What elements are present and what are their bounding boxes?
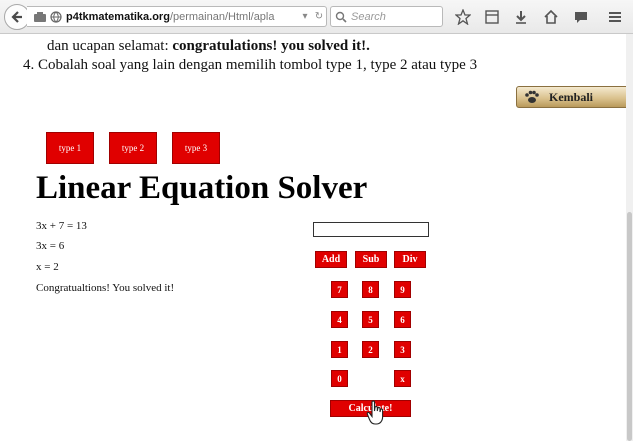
reading-list-icon[interactable] [482, 7, 502, 27]
key-6[interactable]: 6 [394, 311, 411, 328]
work-line-2: 3x = 6 [36, 240, 65, 252]
key-4[interactable]: 4 [331, 311, 348, 328]
add-button[interactable]: Add [315, 251, 347, 268]
back-arrow-icon [11, 11, 22, 23]
type-2-button[interactable]: type 2 [109, 132, 157, 164]
key-0[interactable]: 0 [331, 370, 348, 387]
search-bar[interactable]: Search [330, 6, 443, 27]
instruction-1-prefix: dan ucapan selamat: [47, 38, 173, 54]
paw-icon [521, 90, 543, 104]
menu-icon[interactable] [605, 7, 625, 27]
browser-toolbar: p4tkmatematika.org/permainan/Html/apla ▾… [0, 0, 633, 34]
answer-input[interactable] [313, 222, 429, 237]
key-8[interactable]: 8 [362, 281, 379, 298]
page-scrollbar-thumb[interactable] [627, 212, 632, 441]
key-7[interactable]: 7 [331, 281, 348, 298]
chat-icon[interactable] [571, 7, 591, 27]
url-bar[interactable]: p4tkmatematika.org/permainan/Html/apla ▾… [27, 6, 327, 27]
instruction-line-1: dan ucapan selamat: congratulations! you… [47, 38, 370, 55]
globe-icon [49, 10, 63, 23]
work-line-3: x = 2 [36, 261, 59, 273]
instruction-line-2: 4. Cobalah soal yang lain dengan memilih… [23, 57, 478, 73]
back-to-menu-label: Kembali [549, 89, 593, 104]
hand-cursor-icon [366, 400, 384, 425]
key-2[interactable]: 2 [362, 341, 379, 358]
key-5[interactable]: 5 [362, 311, 379, 328]
type-3-button[interactable]: type 3 [172, 132, 220, 164]
page-title: Linear Equation Solver [36, 170, 368, 206]
div-button[interactable]: Div [394, 251, 426, 268]
reload-icon[interactable]: ↻ [312, 11, 326, 22]
sub-button[interactable]: Sub [355, 251, 387, 268]
type-1-button[interactable]: type 1 [46, 132, 94, 164]
dropdown-icon[interactable]: ▾ [298, 11, 312, 22]
site-info-icon[interactable] [31, 11, 49, 23]
key-x[interactable]: x [394, 370, 411, 387]
search-icon [335, 11, 347, 23]
url-text: p4tkmatematika.org/permainan/Html/apla [66, 10, 275, 23]
bookmark-star-icon[interactable] [453, 7, 473, 27]
download-icon[interactable] [511, 7, 531, 27]
key-1[interactable]: 1 [331, 341, 348, 358]
instruction-1-bold: congratulations! you solved it!. [172, 38, 370, 54]
work-line-1: 3x + 7 = 13 [36, 220, 87, 232]
home-icon[interactable] [541, 7, 561, 27]
key-9[interactable]: 9 [394, 281, 411, 298]
back-to-menu-button[interactable]: Kembali [516, 86, 633, 108]
key-3[interactable]: 3 [394, 341, 411, 358]
result-message: Congratualtions! You solved it! [36, 282, 175, 294]
search-placeholder: Search [351, 10, 386, 23]
